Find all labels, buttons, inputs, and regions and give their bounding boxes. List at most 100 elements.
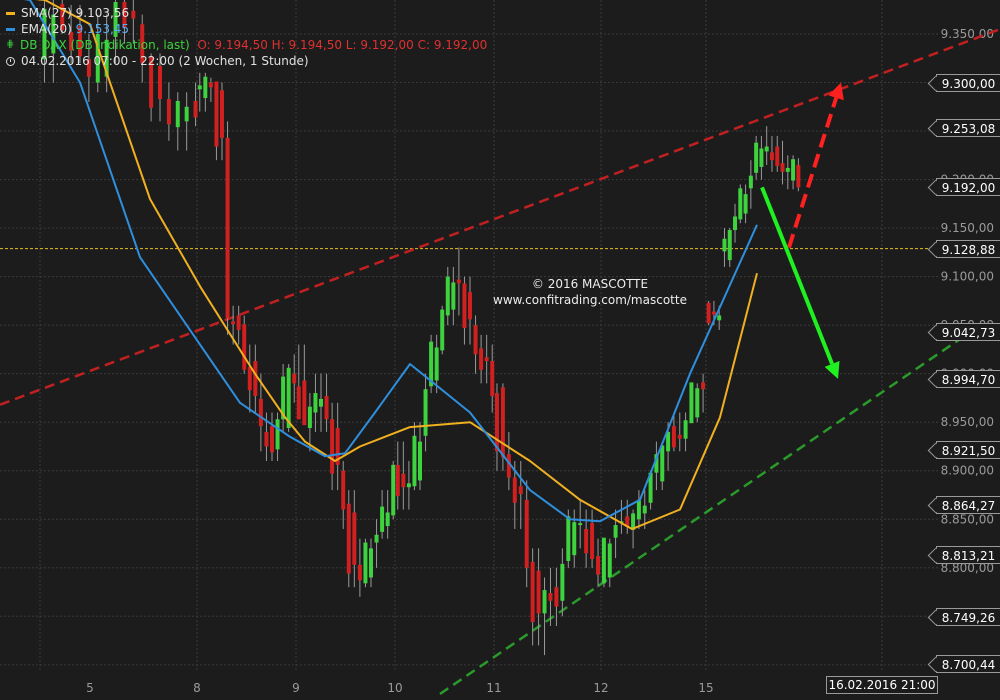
candle-body: [158, 66, 162, 100]
candle-body: [374, 534, 379, 543]
watermark-url: www.confitrading.com/mascotte: [493, 293, 687, 307]
price-tag-label: 8.749,26: [941, 611, 996, 626]
candle-body: [270, 426, 274, 453]
candle-body: [346, 503, 351, 574]
candle-body: [412, 435, 417, 487]
candle-body: [258, 398, 263, 427]
candle-body: [759, 148, 764, 167]
candle-body: [352, 512, 357, 565]
candle-body: [711, 311, 716, 315]
candle-body: [264, 431, 269, 447]
candle-body: [253, 361, 258, 396]
candle-body: [590, 523, 595, 560]
price-tag: 8.994,70: [936, 369, 1000, 388]
candlestick-icon: ⋕: [6, 39, 15, 50]
candle-body: [642, 505, 647, 514]
candle-body: [733, 216, 738, 231]
candle-body: [247, 366, 252, 391]
candle-body: [775, 146, 780, 166]
candle-body: [445, 276, 450, 316]
legend-ema[interactable]: EMA(20) 9.153,45: [6, 21, 487, 37]
candle-body: [636, 499, 641, 520]
price-tag-label: 8.700,44: [941, 658, 996, 673]
candle-body: [319, 398, 323, 407]
candle-body: [473, 325, 478, 355]
y-tick-label: 9.150,00: [941, 221, 994, 235]
y-tick-label: 9.350,00: [941, 27, 994, 41]
candle-body: [166, 99, 171, 125]
candle-body: [208, 82, 213, 88]
candle-body: [440, 309, 445, 351]
candle-body: [530, 561, 535, 623]
candle-body: [748, 175, 753, 189]
price-tag: 9.128,88: [936, 239, 1000, 258]
candle-body: [796, 165, 801, 188]
legend: SMA(27) 9.103,56 EMA(20) 9.153,45 ⋕ DB D…: [6, 5, 487, 69]
candle-body: [764, 146, 769, 152]
candle-body: [203, 76, 208, 99]
legend-period: 04.02.2016 07:00 - 22:00 (2 Wochen, 1 St…: [6, 53, 487, 69]
legend-sma[interactable]: SMA(27) 9.103,56: [6, 5, 487, 21]
candle-body: [231, 321, 236, 325]
candle-body: [456, 279, 461, 284]
candle-body: [197, 85, 202, 90]
price-tag-label: 8.864,27: [941, 499, 996, 514]
price-tag: 9.042,73: [936, 323, 1000, 342]
legend-ohlc: O: 9.194,50 H: 9.194,50 L: 9.192,00 C: 9…: [197, 38, 488, 52]
y-tick-label: 9.100,00: [941, 270, 994, 284]
candle-body: [406, 483, 411, 488]
candle-body: [554, 587, 559, 607]
candle-body: [484, 357, 489, 362]
candle-body: [754, 142, 759, 173]
candle-body: [536, 570, 541, 614]
x-tick-label: 5: [86, 681, 94, 695]
candle-body: [391, 464, 396, 516]
candle-body: [451, 282, 456, 310]
candle-body: [302, 380, 307, 426]
candle-body: [560, 563, 565, 601]
price-chart[interactable]: 9.350,009.300,009.250,009.200,009.150,00…: [0, 0, 1000, 700]
candle-body: [363, 542, 368, 584]
candle-body: [584, 528, 589, 554]
candle-body: [671, 426, 676, 448]
candle-body: [743, 194, 748, 214]
price-tag: 8.749,26: [936, 608, 1000, 627]
price-tag-label: 9.128,88: [941, 242, 996, 257]
candle-body: [220, 90, 224, 138]
candle-body: [184, 106, 189, 122]
x-tick-label: 8: [193, 681, 201, 695]
legend-sma-label: SMA(27): [21, 6, 72, 20]
candle-body: [791, 159, 796, 181]
price-tag: 9.300,00: [936, 73, 1000, 92]
time-cursor-label: 16.02.2016 21:00: [826, 676, 938, 694]
candle-body: [494, 393, 499, 452]
x-tick-label: 10: [387, 681, 402, 695]
candle-body: [236, 315, 241, 331]
x-tick-label: 9: [292, 681, 300, 695]
legend-instrument[interactable]: ⋕ DB DAX (DB Indikation, last) O: 9.194,…: [6, 37, 487, 53]
candle-body: [330, 419, 335, 474]
candle-body: [313, 393, 318, 413]
candle-body: [341, 470, 346, 510]
clock-icon: [6, 56, 15, 66]
candle-body: [717, 315, 722, 321]
candle-body: [572, 522, 577, 556]
x-tick-label: 11: [486, 681, 501, 695]
candle-body: [566, 516, 571, 561]
candle-body: [462, 283, 467, 329]
candle-body: [500, 387, 505, 458]
price-tag: 8.700,44: [936, 655, 1000, 674]
x-tick-label: 15: [698, 681, 713, 695]
candle-body: [357, 564, 362, 581]
candle-body: [275, 419, 280, 450]
candle-body: [490, 361, 495, 396]
x-tick-label: 12: [593, 681, 608, 695]
candle-body: [242, 324, 247, 370]
price-tag-label: 8.921,50: [941, 443, 996, 458]
ema-swatch-icon: [6, 27, 15, 31]
candle-body: [307, 406, 312, 429]
candle-body: [738, 188, 743, 220]
candle-body: [193, 100, 198, 118]
candle-body: [518, 486, 523, 495]
y-tick-label: 8.950,00: [941, 415, 994, 429]
